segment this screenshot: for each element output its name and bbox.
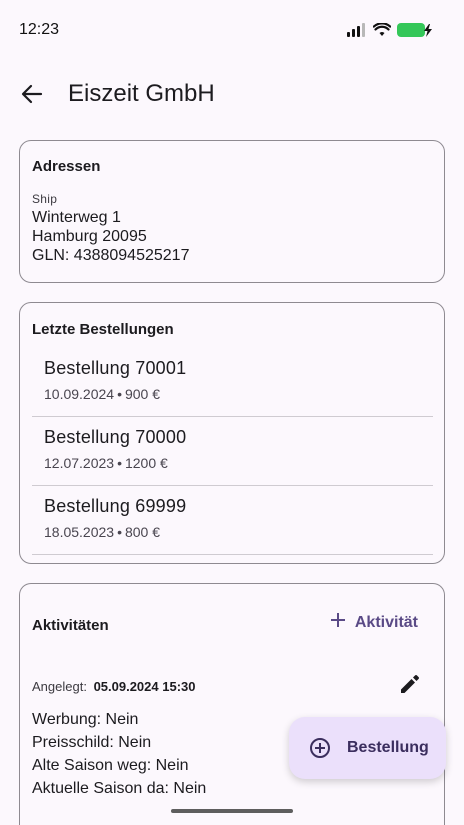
edit-activity-button[interactable]	[396, 672, 424, 700]
plus-icon	[330, 613, 345, 632]
pencil-icon	[399, 673, 421, 700]
order-separator: •	[117, 524, 122, 540]
order-amount: 900 €	[124, 386, 161, 402]
activity-line: Preisschild: Nein	[32, 734, 152, 751]
status-time: 12:23	[19, 21, 60, 38]
order-date: 10.09.2024	[44, 386, 115, 402]
status-icons	[347, 22, 433, 43]
page-title: Eiszeit GmbH	[68, 80, 215, 107]
order-amount: 800 €	[124, 524, 161, 540]
fab-label: Bestellung	[347, 739, 429, 756]
activities-card: Aktivitäten Aktivität Angelegt: 05.09.20…	[19, 583, 445, 825]
order-amount: 1200 €	[124, 455, 168, 471]
cellular-signal-icon	[347, 23, 367, 42]
back-button[interactable]	[16, 80, 48, 112]
recent-orders-title: Letzte Bestellungen	[32, 321, 174, 338]
order-separator: •	[117, 386, 122, 402]
address-gln: GLN: 4388094525217	[32, 247, 190, 264]
order-separator: •	[117, 455, 122, 471]
addresses-title: Adressen	[32, 158, 101, 175]
order-title: Bestellung 70001	[44, 358, 187, 378]
created-value: 05.09.2024 15:30	[93, 679, 196, 694]
order-date: 12.07.2023	[44, 455, 115, 471]
recent-orders-card: Letzte Bestellungen Bestellung 70001 10.…	[19, 302, 445, 564]
order-item[interactable]: Bestellung 69999 18.05.2023 • 800 €	[32, 486, 433, 555]
order-subtitle: 18.05.2023 • 800 €	[44, 524, 160, 540]
home-indicator[interactable]	[171, 809, 293, 813]
wifi-icon	[372, 22, 392, 42]
add-circle-icon	[309, 737, 331, 764]
order-subtitle: 10.09.2024 • 900 €	[44, 386, 160, 402]
activity-line: Aktuelle Saison da: Nein	[32, 780, 207, 797]
created-label: Angelegt:	[32, 679, 87, 694]
activity-line: Alte Saison weg: Nein	[32, 757, 189, 774]
address-street: Winterweg 1	[32, 209, 121, 226]
activity-line: Werbung: Nein	[32, 711, 139, 728]
add-activity-button[interactable]: Aktivität	[330, 613, 418, 632]
new-order-fab[interactable]: Bestellung	[289, 717, 446, 779]
addresses-card: Adressen Ship Winterweg 1 Hamburg 20095 …	[19, 140, 445, 283]
add-activity-label: Aktivität	[354, 613, 418, 631]
battery-charging-icon	[397, 22, 433, 43]
address-type: Ship	[32, 192, 58, 206]
address-city: Hamburg 20095	[32, 228, 147, 245]
order-title: Bestellung 69999	[44, 496, 187, 516]
address-lines: Winterweg 1 Hamburg 20095 GLN: 438809452…	[32, 208, 189, 265]
order-title: Bestellung 70000	[44, 427, 187, 447]
order-date: 18.05.2023	[44, 524, 115, 540]
order-item[interactable]: Bestellung 70000 12.07.2023 • 1200 €	[32, 417, 433, 486]
app-bar: Eiszeit GmbH	[0, 70, 464, 120]
activities-title: Aktivitäten	[32, 617, 109, 634]
order-subtitle: 12.07.2023 • 1200 €	[44, 455, 168, 471]
order-item[interactable]: Bestellung 70001 10.09.2024 • 900 €	[32, 348, 433, 417]
arrow-back-icon	[21, 84, 43, 109]
activity-details: Werbung: Nein Preisschild: Nein Alte Sai…	[32, 708, 206, 800]
created-info: Angelegt: 05.09.2024 15:30	[32, 679, 196, 694]
status-bar: 12:23	[0, 0, 464, 60]
